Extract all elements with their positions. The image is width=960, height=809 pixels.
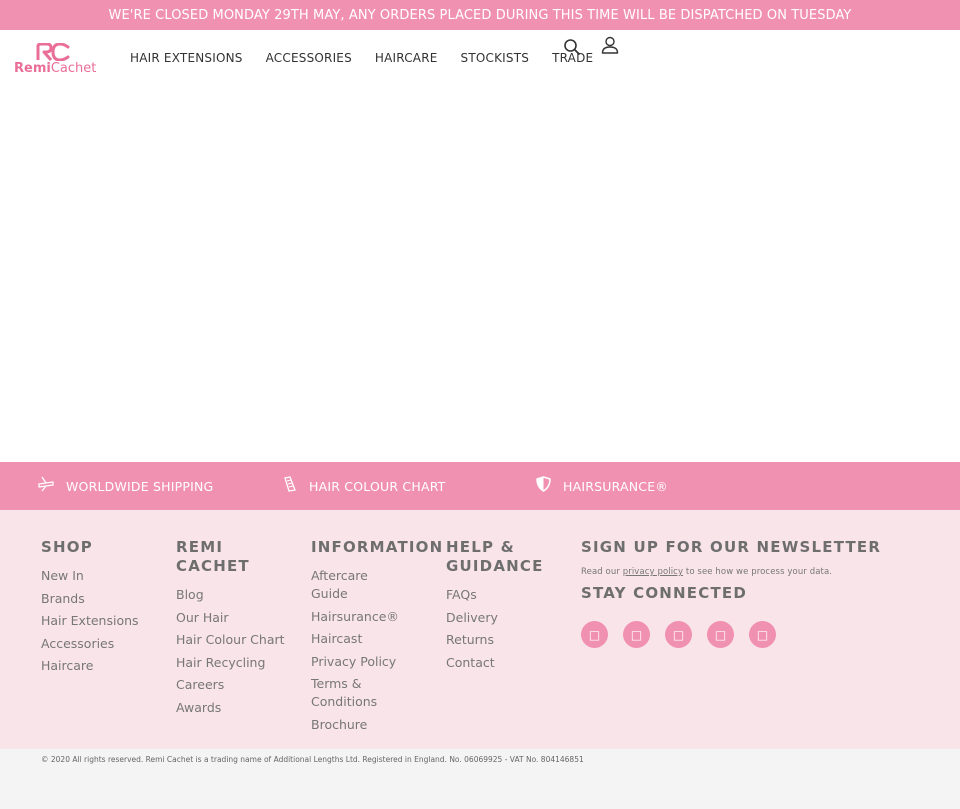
footer-col-information: INFORMATION Aftercare Guide Hairsurance®… (311, 538, 444, 738)
features-bar: WORLDWIDE SHIPPING HAIR COLOUR CHART HAI… (0, 462, 960, 510)
footer-link-awards[interactable]: Awards (176, 699, 286, 717)
colour-swatch-icon (284, 476, 296, 492)
social-links: □ □ □ □ □ (581, 621, 911, 648)
privacy-policy-link[interactable]: privacy policy (623, 567, 683, 577)
footer-link-our-hair[interactable]: Our Hair (176, 609, 286, 627)
facebook-icon[interactable]: □ (581, 621, 608, 648)
announcement-bar: WE'RE CLOSED MONDAY 29TH MAY, ANY ORDERS… (0, 0, 960, 30)
footer-link-brands[interactable]: Brands (41, 590, 161, 608)
feature-worldwide-shipping[interactable]: WORLDWIDE SHIPPING (38, 462, 213, 510)
footer-link-haircast[interactable]: Haircast (311, 630, 401, 648)
footer-link-aftercare-guide[interactable]: Aftercare Guide (311, 567, 401, 603)
footer-heading: REMI CACHET (176, 538, 250, 575)
footer-link-hairsurance[interactable]: Hairsurance® (311, 608, 401, 626)
logo-link[interactable]: RemiCachet (14, 43, 96, 79)
footer-col-newsletter: SIGN UP FOR OUR NEWSLETTER Read our priv… (581, 538, 911, 648)
newsletter-heading: SIGN UP FOR OUR NEWSLETTER (581, 538, 882, 556)
shield-icon (536, 476, 551, 492)
search-icon[interactable] (563, 38, 581, 56)
footer-link-hair-colour-chart[interactable]: Hair Colour Chart (176, 631, 286, 649)
footer-col-remi-cachet: REMI CACHET Blog Our Hair Hair Colour Ch… (176, 538, 286, 721)
footer-link-faqs[interactable]: FAQs (446, 586, 566, 604)
logo-wordmark: RemiCachet (14, 61, 97, 76)
announcement-text: WE'RE CLOSED MONDAY 29TH MAY, ANY ORDERS… (108, 7, 852, 23)
stay-connected-heading: STAY CONNECTED (581, 584, 747, 602)
nav-stockists[interactable]: STOCKISTS (461, 51, 530, 65)
instagram-icon[interactable]: □ (665, 621, 692, 648)
youtube-icon[interactable]: □ (749, 621, 776, 648)
plane-icon (38, 476, 54, 492)
feature-label: WORLDWIDE SHIPPING (66, 478, 214, 494)
footer-link-delivery[interactable]: Delivery (446, 609, 566, 627)
footer-link-new-in[interactable]: New In (41, 567, 161, 585)
feature-label: HAIRSURANCE® (563, 478, 669, 494)
footer-link-brochure[interactable]: Brochure (311, 716, 401, 734)
footer-link-hair-extensions[interactable]: Hair Extensions (41, 612, 161, 630)
twitter-icon[interactable]: □ (623, 621, 650, 648)
main-content (0, 90, 960, 462)
pinterest-icon[interactable]: □ (707, 621, 734, 648)
nav-hair-extensions[interactable]: HAIR EXTENSIONS (130, 51, 243, 65)
footer-link-careers[interactable]: Careers (176, 676, 286, 694)
nav-haircare[interactable]: HAIRCARE (375, 51, 438, 65)
main-nav: HAIR EXTENSIONS ACCESSORIES HAIRCARE STO… (130, 51, 616, 65)
feature-hair-colour-chart[interactable]: HAIR COLOUR CHART (283, 462, 446, 510)
footer-heading: SHOP (41, 538, 93, 556)
footer-link-privacy-policy[interactable]: Privacy Policy (311, 653, 401, 671)
footer-link-contact[interactable]: Contact (446, 654, 566, 672)
logo-mark-icon (36, 43, 70, 61)
copyright-text: © 2020 All rights reserved. Remi Cachet … (41, 755, 584, 764)
footer-heading: HELP & GUIDANCE (446, 538, 544, 575)
newsletter-privacy-note: Read our privacy policy to see how we pr… (581, 567, 833, 577)
nav-accessories[interactable]: ACCESSORIES (266, 51, 352, 65)
footer-col-help: HELP & GUIDANCE FAQs Delivery Returns Co… (446, 538, 566, 676)
site-header: RemiCachet HAIR EXTENSIONS ACCESSORIES H… (0, 30, 960, 90)
footer-link-blog[interactable]: Blog (176, 586, 286, 604)
footer-col-shop: SHOP New In Brands Hair Extensions Acces… (41, 538, 161, 680)
site-footer: SHOP New In Brands Hair Extensions Acces… (0, 510, 960, 749)
feature-hairsurance[interactable]: HAIRSURANCE® (536, 462, 668, 510)
footer-link-hair-recycling[interactable]: Hair Recycling (176, 654, 286, 672)
footer-link-accessories[interactable]: Accessories (41, 635, 161, 653)
account-icon[interactable] (601, 36, 619, 54)
footer-link-haircare[interactable]: Haircare (41, 657, 161, 675)
footer-heading: INFORMATION (311, 538, 444, 556)
footer-link-returns[interactable]: Returns (446, 631, 566, 649)
footer-link-terms[interactable]: Terms & Conditions (311, 675, 401, 711)
feature-label: HAIR COLOUR CHART (309, 478, 446, 494)
copyright-bar: © 2020 All rights reserved. Remi Cachet … (0, 749, 960, 809)
